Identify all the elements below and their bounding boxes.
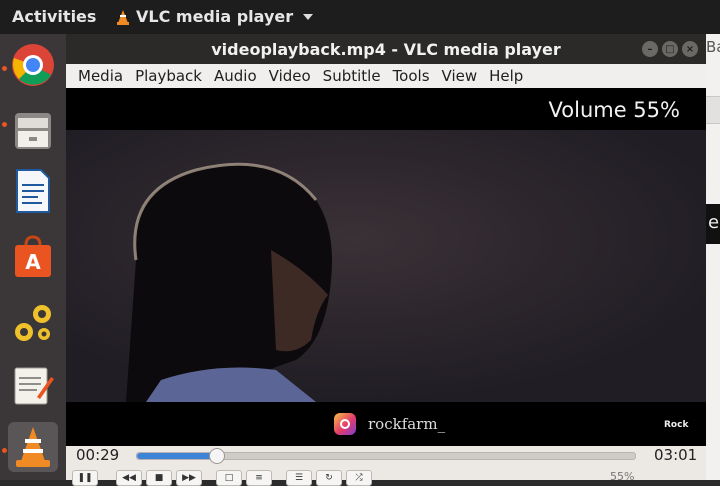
- control-buttons: ❚❚ ◀◀ ■ ▶▶ □ ≡ ☰ ↻ ⤮: [72, 470, 372, 486]
- app-menu[interactable]: VLC media player: [116, 7, 314, 26]
- menu-playback[interactable]: Playback: [129, 67, 208, 85]
- store-bag-icon: A: [15, 235, 51, 277]
- previous-button[interactable]: ◀◀: [116, 470, 142, 486]
- window-titlebar[interactable]: videoplayback.mp4 - VLC media player – □…: [66, 34, 706, 64]
- instagram-icon: [334, 413, 356, 435]
- minimize-button[interactable]: –: [642, 41, 658, 57]
- running-indicator: [2, 448, 7, 453]
- menu-help[interactable]: Help: [483, 67, 529, 85]
- next-button[interactable]: ▶▶: [176, 470, 202, 486]
- stop-button[interactable]: ■: [146, 470, 172, 486]
- window-controls: – □ ×: [642, 41, 698, 57]
- extended-settings-button[interactable]: ≡: [246, 470, 272, 486]
- playlist-button[interactable]: ☰: [286, 470, 312, 486]
- video-area[interactable]: Rock Volume 55% rockfarm_: [66, 88, 706, 446]
- fullscreen-button[interactable]: □: [216, 470, 242, 486]
- window-title: videoplayback.mp4 - VLC media player: [211, 39, 561, 59]
- channel-logo: Rock: [664, 420, 689, 430]
- seek-bar[interactable]: [136, 448, 636, 464]
- instagram-watermark: rockfarm_: [334, 413, 445, 435]
- app-menu-label: VLC media player: [136, 7, 294, 26]
- dock-item-vlc[interactable]: [8, 422, 58, 472]
- menu-audio[interactable]: Audio: [208, 67, 263, 85]
- current-time: 00:29: [76, 446, 120, 464]
- top-bar: Activities VLC media player: [0, 0, 720, 34]
- menu-bar: Media Playback Audio Video Subtitle Tool…: [66, 64, 706, 88]
- svg-text:A: A: [25, 250, 41, 274]
- vlc-cone-icon: [117, 9, 129, 25]
- volume-level: 55%: [610, 470, 635, 483]
- chrome-icon: [12, 44, 54, 86]
- close-button[interactable]: ×: [682, 41, 698, 57]
- dock-item-software[interactable]: A: [8, 232, 58, 282]
- total-time: 03:01: [654, 446, 698, 464]
- dock-item-chrome[interactable]: [8, 40, 58, 90]
- vlc-cone-icon: [16, 427, 50, 467]
- gears-icon: [15, 305, 51, 341]
- running-indicator: [2, 66, 7, 71]
- dock-item-text-editor[interactable]: [8, 360, 58, 410]
- vlc-window: videoplayback.mp4 - VLC media player – □…: [66, 34, 706, 486]
- dock-item-writer[interactable]: [8, 166, 58, 216]
- menu-subtitle[interactable]: Subtitle: [317, 67, 387, 85]
- menu-tools[interactable]: Tools: [387, 67, 436, 85]
- menu-video[interactable]: Video: [263, 67, 317, 85]
- background-window-row: [706, 96, 720, 124]
- seek-bar-handle[interactable]: [208, 448, 225, 464]
- playback-controls: 00:29 03:01 ❚❚ ◀◀ ■ ▶▶ □ ≡ ☰ ↻ ⤮ 55%: [66, 446, 706, 486]
- menu-view[interactable]: View: [436, 67, 484, 85]
- background-window: Ba e: [706, 34, 720, 480]
- activities-button[interactable]: Activities: [12, 7, 96, 26]
- shuffle-button[interactable]: ⤮: [346, 470, 372, 486]
- dock: A: [0, 34, 66, 480]
- writer-document-icon: [16, 169, 50, 213]
- seek-bar-progress: [137, 453, 217, 459]
- background-window-text: e: [706, 204, 720, 244]
- volume-osd: Volume 55%: [548, 98, 680, 122]
- dock-item-files[interactable]: [8, 106, 58, 156]
- dock-item-settings[interactable]: [8, 298, 58, 348]
- watermark-text: rockfarm_: [368, 415, 446, 433]
- background-window-title: Ba: [706, 38, 720, 56]
- file-cabinet-icon: [15, 113, 51, 149]
- chevron-down-icon: [303, 13, 314, 20]
- loop-button[interactable]: ↻: [316, 470, 342, 486]
- menu-media[interactable]: Media: [72, 67, 129, 85]
- pause-button[interactable]: ❚❚: [72, 470, 98, 486]
- notepad-icon: [14, 367, 54, 405]
- maximize-button[interactable]: □: [662, 41, 678, 57]
- video-frame: Rock: [66, 130, 706, 430]
- running-indicator: [2, 122, 7, 127]
- video-frame-image: [66, 130, 706, 402]
